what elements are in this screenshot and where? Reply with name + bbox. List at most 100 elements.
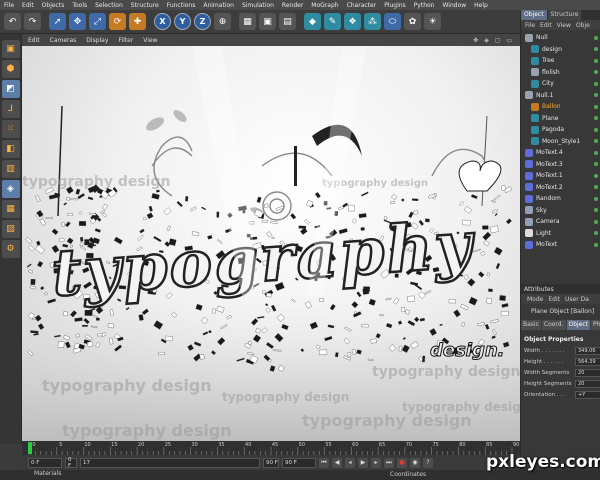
- tab-object[interactable]: Object: [521, 10, 547, 20]
- visibility-flag-icon[interactable]: [594, 35, 598, 40]
- visibility-flag-icon[interactable]: [594, 150, 598, 155]
- attr-menu-userdata[interactable]: User Da: [565, 296, 589, 303]
- frame-scrub-field[interactable]: 17: [80, 457, 260, 468]
- menu-python[interactable]: Python: [414, 2, 435, 9]
- visibility-flag-icon[interactable]: [594, 173, 598, 178]
- visibility-flag-icon[interactable]: [594, 104, 598, 109]
- visibility-flag-icon[interactable]: [594, 208, 598, 213]
- move-icon[interactable]: ✥: [69, 13, 86, 30]
- menu-objects[interactable]: Objects: [42, 2, 65, 9]
- menu-mograph[interactable]: MoGraph: [311, 2, 338, 9]
- om-menu-edit[interactable]: Edit: [540, 22, 552, 29]
- max-frame-field[interactable]: 90 F: [263, 457, 279, 468]
- coordinate-system-icon[interactable]: ⊕: [214, 13, 231, 30]
- keyframe-icon[interactable]: ?: [423, 457, 433, 468]
- snap-icon[interactable]: ◈: [1, 180, 20, 198]
- object-row[interactable]: Plane: [521, 113, 600, 125]
- play-icon[interactable]: ▶: [358, 457, 368, 468]
- points-icon[interactable]: ⁙: [1, 120, 20, 138]
- scale-icon[interactable]: ⤢: [89, 13, 106, 30]
- attr-tab-object[interactable]: Object: [566, 320, 591, 330]
- attr-menu-edit[interactable]: Edit: [548, 296, 560, 303]
- add-icon[interactable]: ✚: [129, 13, 146, 30]
- scene-icon[interactable]: ✿: [404, 13, 421, 30]
- visibility-flag-icon[interactable]: [594, 196, 598, 201]
- x-axis-icon[interactable]: X: [154, 13, 171, 30]
- visibility-flag-icon[interactable]: [594, 127, 598, 132]
- live-selection-icon[interactable]: ➚: [49, 13, 66, 30]
- menu-tools[interactable]: Tools: [72, 2, 87, 9]
- array-icon[interactable]: ⁂: [364, 13, 381, 30]
- om-menu-objects[interactable]: Obje: [576, 22, 590, 29]
- menu-character[interactable]: Character: [347, 2, 377, 9]
- object-row[interactable]: Pagoda: [521, 124, 600, 136]
- render-view-icon[interactable]: ▦: [239, 13, 256, 30]
- viewport-menu-view[interactable]: View: [143, 37, 157, 44]
- menu-window[interactable]: Window: [443, 2, 467, 9]
- object-row[interactable]: flolish: [521, 67, 600, 79]
- menu-selection[interactable]: Selection: [95, 2, 123, 9]
- viewport-3d[interactable]: typography design typography design typo…: [22, 46, 520, 441]
- menu-edit[interactable]: Edit: [22, 2, 34, 9]
- viewport-nav-icons[interactable]: ✥ ◈ ▢ ▭: [473, 37, 514, 44]
- visibility-flag-icon[interactable]: [594, 93, 598, 98]
- attr-menu-mode[interactable]: Mode: [527, 296, 543, 303]
- object-row[interactable]: Null.1: [521, 90, 600, 102]
- property-value-field[interactable]: 349.06: [575, 346, 600, 355]
- menu-structure[interactable]: Structure: [131, 2, 159, 9]
- cube-icon[interactable]: ◆: [304, 13, 321, 30]
- spline-icon[interactable]: ✎: [324, 13, 341, 30]
- visibility-flag-icon[interactable]: [594, 47, 598, 52]
- axis-icon[interactable]: ⅃: [1, 100, 20, 118]
- y-axis-icon[interactable]: Y: [174, 13, 191, 30]
- tab-structure[interactable]: Structure: [547, 10, 582, 20]
- attr-tab-physical[interactable]: Ph: [591, 320, 600, 330]
- timeline-ruler[interactable]: 0 5 10 15 20 25 30 35 40 45 50 55 60 65 70 75 80 85 90: [22, 441, 520, 455]
- attr-tab-basic[interactable]: Basic: [521, 320, 541, 330]
- object-row[interactable]: MoText: [521, 239, 600, 251]
- object-row[interactable]: Sky: [521, 205, 600, 217]
- render-picture-icon[interactable]: ▣: [259, 13, 276, 30]
- visibility-flag-icon[interactable]: [594, 58, 598, 63]
- deformer-icon[interactable]: ⬭: [384, 13, 401, 30]
- object-row[interactable]: MoText.3: [521, 159, 600, 171]
- model-icon[interactable]: ▣: [1, 40, 20, 58]
- goto-end-icon[interactable]: ⏭: [384, 457, 394, 468]
- viewport-menu-filter[interactable]: Filter: [118, 37, 133, 44]
- current-frame-field[interactable]: 0 F: [28, 457, 62, 468]
- menu-simulation[interactable]: Simulation: [242, 2, 274, 9]
- object-tool-icon[interactable]: ⬢: [1, 60, 20, 78]
- edges-icon[interactable]: ◧: [1, 140, 20, 158]
- object-row[interactable]: Tree: [521, 55, 600, 67]
- next-frame-icon[interactable]: ▸: [371, 457, 381, 468]
- attr-tab-coord[interactable]: Coord.: [541, 320, 566, 330]
- viewport-menu-display[interactable]: Display: [86, 37, 108, 44]
- materials-panel-title[interactable]: Materials: [0, 470, 62, 480]
- prev-frame-icon[interactable]: ◂: [345, 457, 355, 468]
- redo-icon[interactable]: ↷: [24, 13, 41, 30]
- object-row[interactable]: Ballon: [521, 101, 600, 113]
- nurbs-icon[interactable]: ❖: [344, 13, 361, 30]
- goto-start-icon[interactable]: ⏮: [319, 457, 329, 468]
- z-axis-icon[interactable]: Z: [194, 13, 211, 30]
- menu-animation[interactable]: Animation: [203, 2, 234, 9]
- object-row[interactable]: design: [521, 44, 600, 56]
- visibility-flag-icon[interactable]: [594, 116, 598, 121]
- light-icon[interactable]: ☀: [424, 13, 441, 30]
- record-icon[interactable]: ●: [397, 457, 407, 468]
- tweak-icon[interactable]: ▧: [1, 220, 20, 238]
- render-settings-icon[interactable]: ▤: [279, 13, 296, 30]
- workplane-icon[interactable]: ▦: [1, 200, 20, 218]
- visibility-flag-icon[interactable]: [594, 81, 598, 86]
- object-row[interactable]: MoText.1: [521, 170, 600, 182]
- coordinates-panel-title[interactable]: Coordinates: [356, 471, 426, 478]
- menu-help[interactable]: Help: [474, 2, 488, 9]
- autokey-icon[interactable]: ◉: [410, 457, 420, 468]
- prev-key-icon[interactable]: ◀: [332, 457, 342, 468]
- object-row[interactable]: City: [521, 78, 600, 90]
- object-row[interactable]: Random: [521, 193, 600, 205]
- object-row[interactable]: Moon_Style1: [521, 136, 600, 148]
- viewport-menu-cameras[interactable]: Cameras: [50, 37, 77, 44]
- viewport-menu-edit[interactable]: Edit: [28, 37, 40, 44]
- undo-icon[interactable]: ↶: [4, 13, 21, 30]
